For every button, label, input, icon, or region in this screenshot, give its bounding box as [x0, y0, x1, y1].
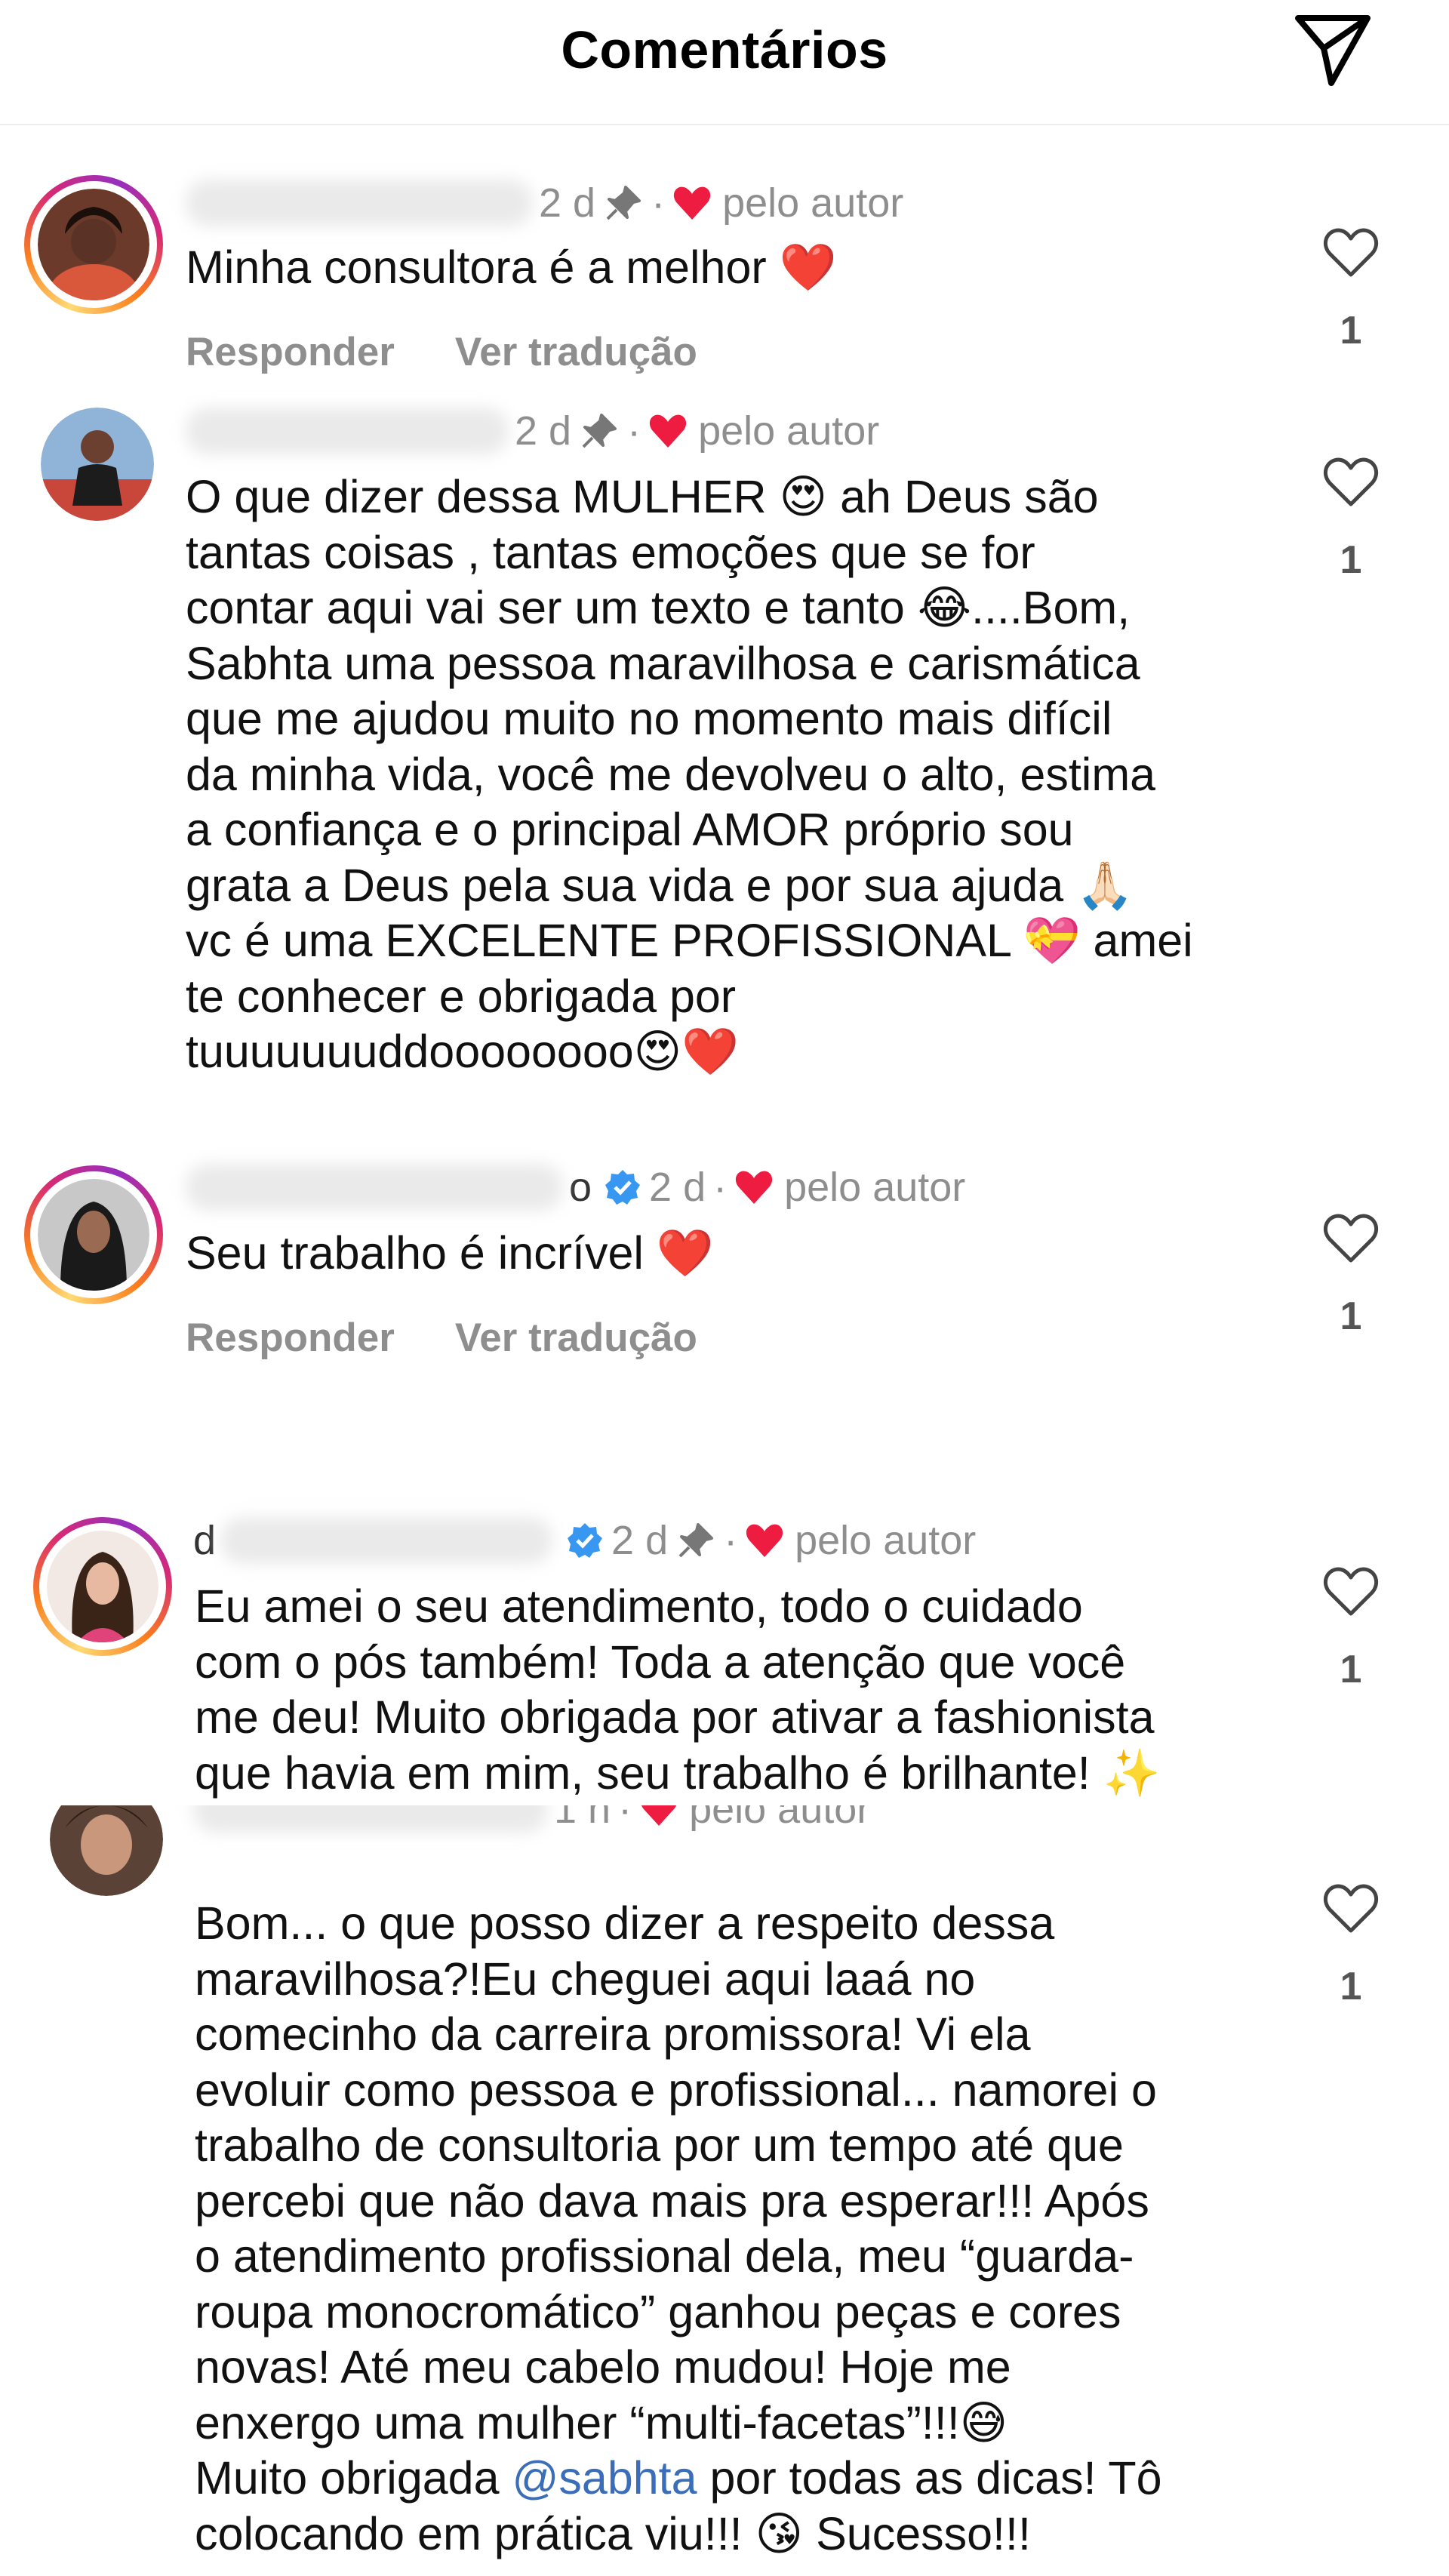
comment-text-part: Bom... o que posso dizer a respeito dess… [195, 1897, 1157, 2504]
avatar-image [47, 1531, 158, 1642]
blurred-username[interactable] [186, 180, 533, 226]
see-translation-button[interactable]: Ver tradução [455, 1315, 697, 1361]
author-heart-icon [746, 1524, 783, 1557]
user-mention-link[interactable]: @sabhta [512, 2452, 697, 2504]
blurred-username[interactable] [193, 1805, 548, 1833]
avatar-image [38, 189, 149, 300]
heart-outline-icon[interactable] [1323, 456, 1379, 507]
comments-header: Comentários [0, 0, 1449, 125]
comment-time: 2 d [515, 408, 572, 454]
like-column: 1 [1313, 456, 1389, 583]
like-count: 1 [1340, 309, 1362, 352]
comment-meta: 2 d · pelo autor [186, 405, 879, 457]
like-column: 1 [1313, 1882, 1389, 2009]
comment-text: O que dizer dessa MULHER 😍 ah Deus são t… [186, 471, 1193, 1077]
like-count: 1 [1340, 1294, 1362, 1338]
like-count: 1 [1340, 1648, 1362, 1691]
blurred-username[interactable] [186, 408, 509, 454]
comment-meta: o 2 d · pelo autor [186, 1161, 965, 1214]
author-heart-icon [641, 1805, 677, 1826]
send-icon[interactable] [1292, 11, 1374, 89]
comment-text: Eu amei o seu atendimento, todo o cuidad… [195, 1580, 1161, 1799]
liked-by-author-label: pelo autor [722, 180, 904, 226]
avatar[interactable] [33, 1517, 172, 1656]
pin-icon [678, 1523, 714, 1558]
avatar[interactable] [50, 1805, 163, 1900]
liked-by-author-label: pelo autor [689, 1805, 871, 1832]
like-count: 1 [1340, 538, 1362, 582]
page-title: Comentários [561, 20, 888, 79]
comment-meta: d 2 d · pelo autor [193, 1517, 977, 1564]
comment-item: 1 h · pelo autor Bom... o que posso dize… [0, 1805, 1449, 2576]
author-heart-icon [649, 414, 687, 448]
comment-text: Seu trabalho é incrível ❤️ [186, 1227, 714, 1279]
author-heart-icon [673, 186, 711, 220]
avatar[interactable] [24, 175, 163, 314]
pin-icon [582, 414, 617, 448]
pin-icon [606, 186, 641, 220]
comment-time: 2 d [649, 1165, 706, 1210]
comment-time: 2 d [539, 180, 596, 226]
author-heart-icon [736, 1171, 773, 1204]
blurred-username[interactable] [186, 1164, 563, 1211]
verified-badge-icon [605, 1170, 641, 1205]
verified-badge-icon [568, 1523, 603, 1558]
like-count: 1 [1340, 1965, 1362, 2008]
comment-time: 2 d [611, 1518, 669, 1563]
avatar-image [38, 1179, 149, 1291]
heart-outline-icon[interactable] [1323, 226, 1379, 278]
like-column: 1 [1313, 226, 1389, 353]
comment-actions: Responder Ver tradução [186, 1315, 697, 1361]
heart-outline-icon[interactable] [1323, 1212, 1379, 1263]
avatar-image [41, 408, 154, 521]
avatar-image [50, 1805, 163, 1896]
blurred-username[interactable] [220, 1517, 553, 1564]
heart-outline-icon[interactable] [1323, 1565, 1379, 1617]
comment-actions: Responder Ver tradução [186, 329, 697, 375]
comment-meta: 1 h · pelo autor [193, 1805, 870, 1836]
reply-button[interactable]: Responder [186, 329, 395, 375]
comment-text: Bom... o que posso dizer a respeito dess… [195, 1896, 1162, 2562]
comment-meta: 2 d · pelo autor [186, 177, 903, 229]
see-translation-button[interactable]: Ver tradução [455, 329, 697, 375]
username-prefix: d [193, 1518, 217, 1563]
liked-by-author-label: pelo autor [784, 1165, 966, 1210]
comment-time: 1 h [554, 1805, 611, 1832]
avatar[interactable] [24, 1165, 163, 1304]
liked-by-author-label: pelo autor [795, 1518, 977, 1563]
like-column: 1 [1313, 1565, 1389, 1692]
comment-text: Minha consultora é a melhor ❤️ [186, 242, 837, 293]
username-suffix: o [569, 1165, 592, 1210]
like-column: 1 [1313, 1212, 1389, 1339]
heart-outline-icon[interactable] [1323, 1882, 1379, 1934]
reply-button[interactable]: Responder [186, 1315, 395, 1361]
liked-by-author-label: pelo autor [698, 408, 880, 454]
avatar[interactable] [41, 408, 154, 525]
